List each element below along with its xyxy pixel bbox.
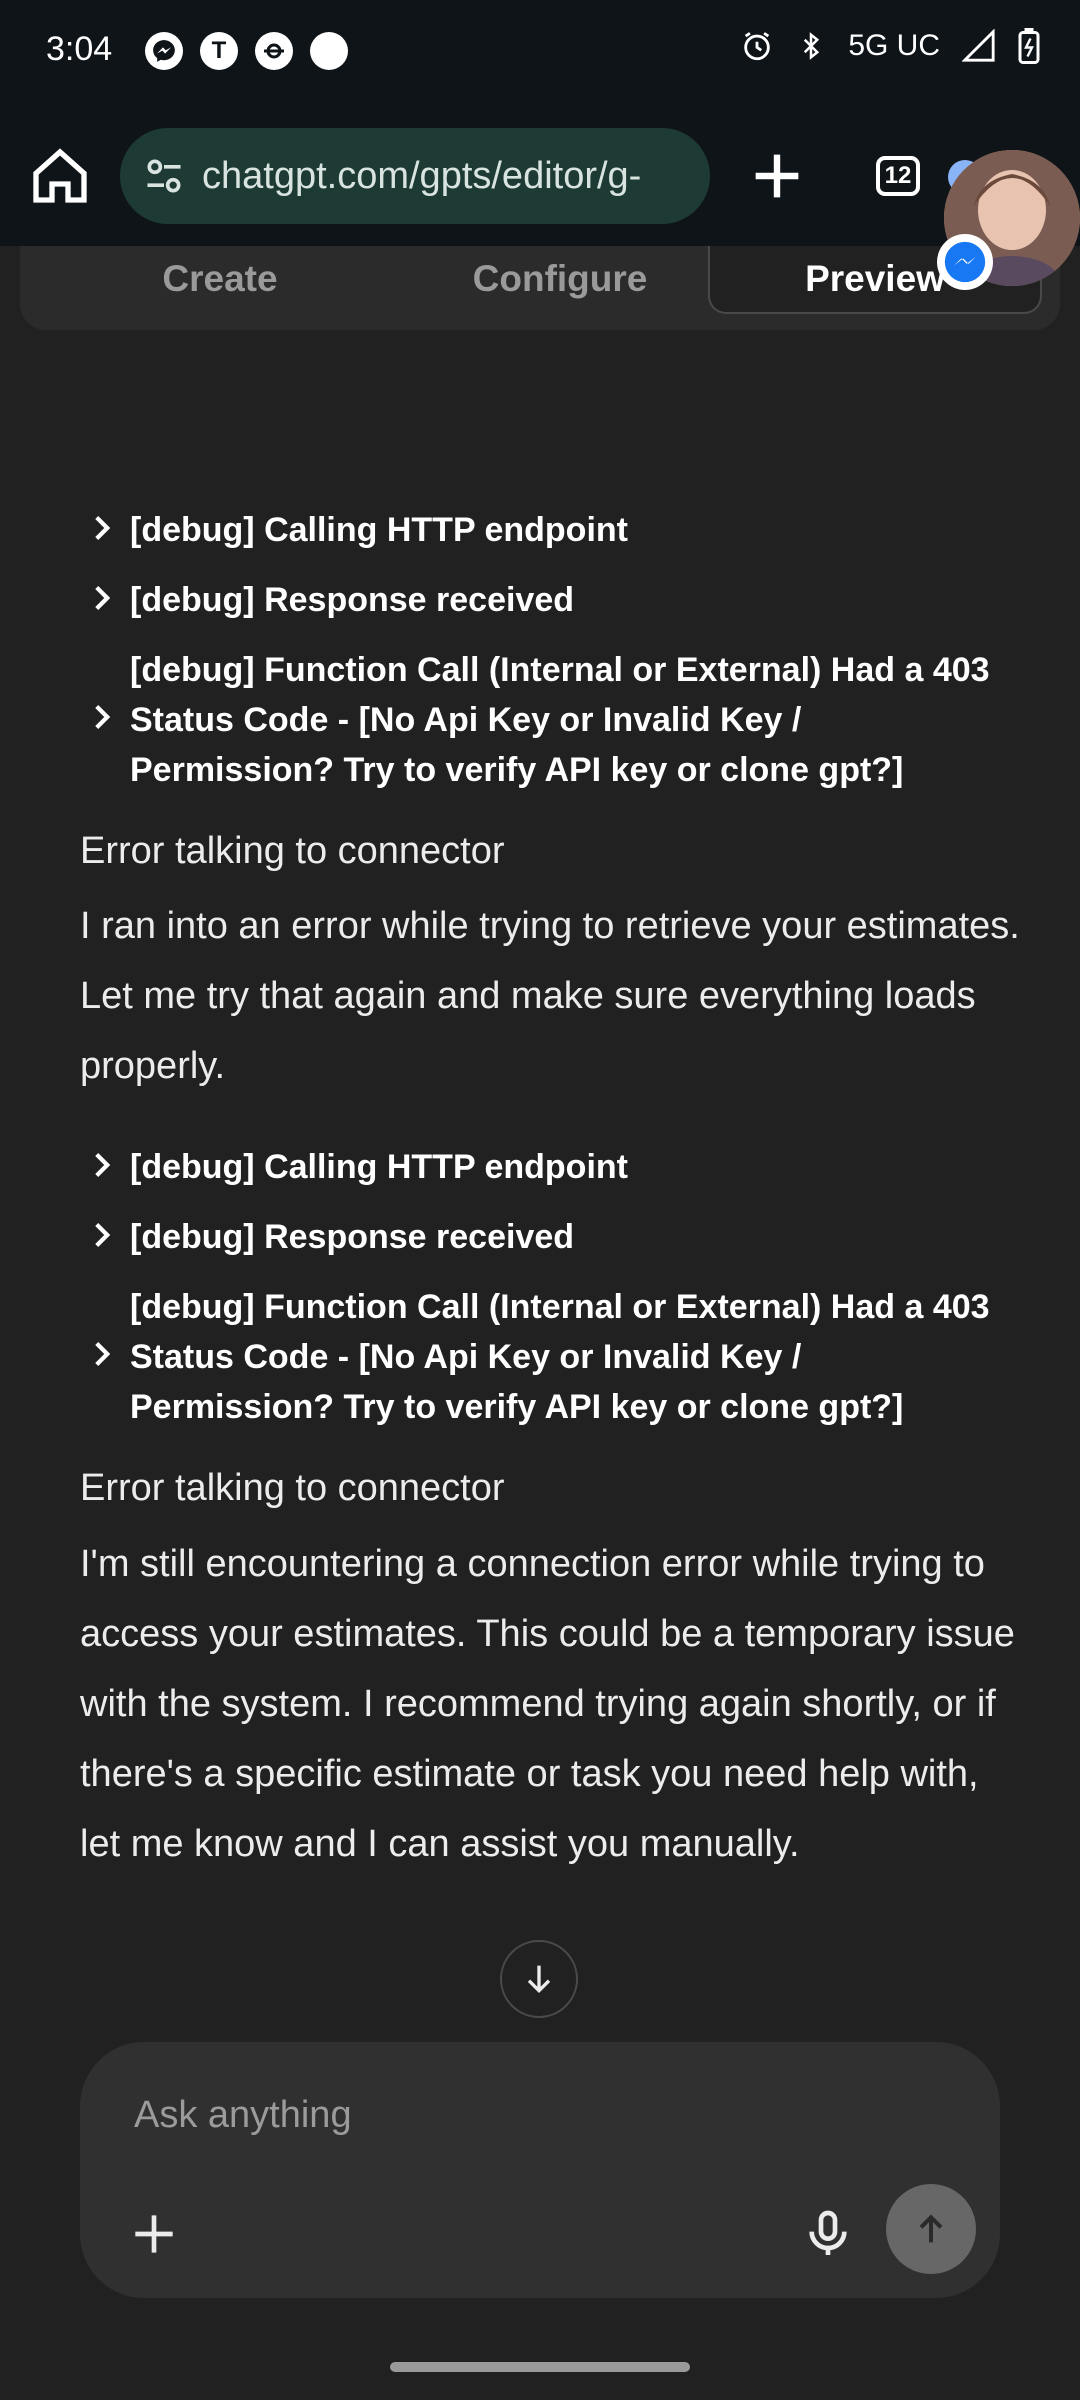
status-time: 3:04 [46, 30, 113, 68]
network-label: 5G UC [848, 29, 940, 62]
debug-entry[interactable]: [debug] Response received [90, 1212, 1010, 1262]
debug-entry[interactable]: [debug] Calling HTTP endpoint [90, 1142, 1010, 1192]
battery-icon [1018, 28, 1040, 64]
microphone-icon[interactable] [800, 2206, 856, 2262]
debug-text: [debug] Calling HTTP endpoint [130, 1148, 628, 1186]
arrow-down-icon [527, 1965, 551, 1994]
status-right-icons: 5G UC [740, 28, 1040, 64]
debug-entry[interactable]: [debug] Calling HTTP endpoint [90, 505, 1010, 555]
t-app-icon: T [200, 32, 238, 70]
scroll-to-bottom-button[interactable] [500, 1940, 578, 2018]
connector-error-label: Error talking to connector [80, 1467, 505, 1509]
chevron-right-icon[interactable] [90, 514, 114, 542]
message-input[interactable] [132, 2088, 936, 2142]
editor-tab-bar: Create Configure Preview [20, 246, 1060, 330]
home-icon[interactable] [28, 144, 92, 208]
debug-text: [debug] Function Call (Internal or Exter… [130, 1288, 990, 1426]
sync-icon [255, 32, 293, 70]
add-attachment-icon[interactable] [126, 2206, 182, 2262]
tab-create[interactable]: Create [40, 246, 400, 312]
tab-configure[interactable]: Configure [380, 246, 740, 312]
chevron-right-icon[interactable] [90, 1221, 114, 1249]
bluetooth-icon [804, 32, 820, 60]
status-bar: 3:04 T 5G UC [0, 0, 1080, 106]
new-tab-icon[interactable] [745, 144, 809, 208]
chevron-right-icon[interactable] [90, 703, 114, 731]
chevron-right-icon[interactable] [90, 584, 114, 612]
messenger-badge-icon [937, 234, 993, 290]
debug-entry[interactable]: [debug] Function Call (Internal or Exter… [90, 1282, 1010, 1432]
site-settings-icon[interactable] [142, 154, 186, 198]
message-composer [80, 2042, 1000, 2298]
messenger-icon [145, 32, 183, 70]
url-bar[interactable]: chatgpt.com/gpts/editor/g- [120, 128, 710, 224]
assistant-message: I ran into an error while trying to retr… [80, 905, 1020, 1087]
debug-entry[interactable]: [debug] Function Call (Internal or Exter… [90, 645, 1010, 795]
debug-text: [debug] Response received [130, 581, 575, 619]
arrow-up-icon [919, 2214, 943, 2243]
signal-icon [962, 29, 995, 62]
debug-entry[interactable]: [debug] Response received [90, 575, 1010, 625]
debug-text: [debug] Calling HTTP endpoint [130, 511, 628, 549]
debug-text: [debug] Response received [130, 1218, 575, 1256]
chevron-right-icon[interactable] [90, 1340, 114, 1368]
gesture-handle[interactable] [390, 2362, 690, 2372]
browser-toolbar: chatgpt.com/gpts/editor/g- 12 [0, 106, 1080, 246]
url-text[interactable]: chatgpt.com/gpts/editor/g- [202, 155, 641, 198]
chevron-right-icon[interactable] [90, 1151, 114, 1179]
circle-icon [310, 32, 348, 70]
assistant-message: I'm still encountering a connection erro… [80, 1543, 1015, 1865]
send-button[interactable] [886, 2184, 976, 2274]
alarm-icon [744, 32, 771, 61]
debug-text: [debug] Function Call (Internal or Exter… [130, 651, 990, 789]
tab-switcher-button[interactable]: 12 [876, 156, 920, 196]
connector-error-label: Error talking to connector [80, 830, 505, 872]
